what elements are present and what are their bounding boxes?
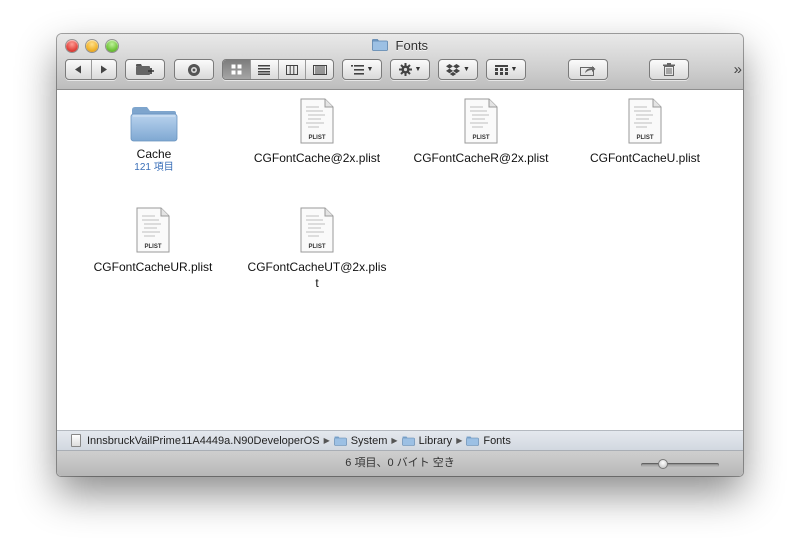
path-separator-icon: ▶ [456, 436, 463, 445]
chevron-left-icon [75, 65, 82, 74]
svg-text:PLIST: PLIST [144, 244, 161, 250]
item-count: 121 項目 [134, 162, 174, 173]
file-item-plist[interactable]: PLIST CGFontCache@2x.plist [247, 98, 387, 166]
chevron-right-icon [100, 65, 107, 74]
delete-button[interactable] [649, 59, 689, 80]
file-name: CGFontCache@2x.plist [253, 151, 381, 165]
list-view-button[interactable] [251, 60, 279, 79]
back-forward-control [65, 59, 117, 80]
path-crumb-label: Fonts [483, 434, 511, 447]
path-crumb-label: System [350, 434, 388, 447]
grid-icon [231, 64, 242, 75]
share-button[interactable] [568, 59, 608, 80]
plist-file-icon: PLIST [299, 207, 335, 253]
eye-icon [188, 63, 200, 76]
toolbar-overflow-button[interactable]: » [734, 61, 743, 78]
folder-icon [401, 436, 415, 446]
path-separator-icon: ▶ [391, 436, 398, 445]
chevron-down-icon: ▼ [510, 66, 518, 73]
svg-text:PLIST: PLIST [308, 135, 325, 141]
file-name: CGFontCacheUR.plist [93, 260, 213, 274]
title-bar: Fonts ▼ ▼ ▼ ▼ » [57, 34, 743, 90]
action-button[interactable]: ▼ [390, 59, 430, 80]
status-text: 6 項目、0 バイト 空き [345, 457, 455, 469]
disk-icon [71, 434, 81, 447]
quick-look-button[interactable] [174, 59, 214, 80]
path-separator-icon: ▶ [323, 436, 330, 445]
path-crumb-label: Library [418, 434, 453, 447]
icon-view-button[interactable] [223, 60, 251, 79]
path-crumb-label: InnsbruckVailPrime11A4449a.N90DeveloperO… [87, 434, 320, 447]
dropbox-button[interactable]: ▼ [438, 59, 478, 80]
file-name: CGFontCacheUT@2x.plist [247, 260, 387, 290]
file-item-plist[interactable]: PLIST CGFontCacheUR.plist [83, 207, 223, 275]
trash-icon [663, 63, 675, 76]
path-bar: InnsbruckVailPrime11A4449a.N90DeveloperO… [57, 430, 743, 451]
svg-text:PLIST: PLIST [308, 244, 325, 250]
file-item-plist[interactable]: PLIST CGFontCacheR@2x.plist [411, 98, 551, 166]
plist-file-icon: PLIST [135, 207, 171, 253]
view-mode-control [222, 59, 334, 80]
share-icon [580, 65, 596, 76]
status-bar: 6 項目、0 バイト 空き [57, 451, 743, 476]
chevron-down-icon: ▼ [463, 66, 470, 73]
dropbox-icon [446, 63, 461, 76]
folder-icon [130, 104, 178, 144]
icon-size-slider[interactable] [641, 459, 719, 469]
arrange-icon [350, 64, 364, 75]
gear-icon [398, 63, 412, 76]
file-name: CGFontCacheR@2x.plist [413, 151, 549, 165]
chevron-down-icon: ▼ [414, 66, 422, 73]
forward-button[interactable] [92, 60, 117, 79]
svg-text:PLIST: PLIST [472, 135, 489, 141]
folder-icon [466, 436, 480, 446]
file-name: Cache [136, 147, 172, 161]
file-item-plist[interactable]: PLIST CGFontCacheU.plist [575, 98, 715, 166]
window-title-text: Fonts [395, 38, 429, 53]
file-icon-view: Cache 121 項目 PLIST CGFontCache@2x.plist [57, 90, 743, 430]
slider-knob[interactable] [658, 459, 668, 469]
path-crumb-system[interactable]: System ▶ [333, 434, 402, 447]
columns-icon [285, 64, 298, 75]
group-by-button[interactable]: ▼ [486, 59, 526, 80]
group-icon [494, 64, 508, 75]
file-item-plist[interactable]: PLIST CGFontCacheUT@2x.plist [247, 207, 387, 291]
coverflow-icon [312, 64, 327, 75]
finder-window: Fonts ▼ ▼ ▼ ▼ » Cache 121 項目 PLIST CGFon… [57, 34, 743, 476]
window-title: Fonts [57, 38, 743, 53]
file-name: CGFontCacheU.plist [589, 151, 701, 165]
plist-file-icon: PLIST [463, 98, 499, 144]
new-folder-icon [136, 64, 154, 75]
coverflow-view-button[interactable] [306, 60, 333, 79]
path-crumb-fonts[interactable]: Fonts [466, 435, 511, 447]
file-item-cache[interactable]: Cache 121 項目 [84, 100, 224, 174]
chevron-down-icon: ▼ [366, 66, 374, 73]
list-icon [258, 64, 271, 75]
arrange-button[interactable]: ▼ [342, 59, 382, 80]
svg-text:PLIST: PLIST [636, 135, 653, 141]
folder-icon [333, 436, 347, 446]
folder-icon [372, 39, 388, 51]
back-button[interactable] [66, 60, 92, 79]
plist-file-icon: PLIST [299, 98, 335, 144]
path-crumb-library[interactable]: Library ▶ [401, 434, 467, 447]
new-folder-button[interactable] [125, 59, 165, 80]
plist-file-icon: PLIST [627, 98, 663, 144]
column-view-button[interactable] [279, 60, 307, 79]
path-crumb-volume[interactable]: InnsbruckVailPrime11A4449a.N90DeveloperO… [71, 434, 334, 447]
